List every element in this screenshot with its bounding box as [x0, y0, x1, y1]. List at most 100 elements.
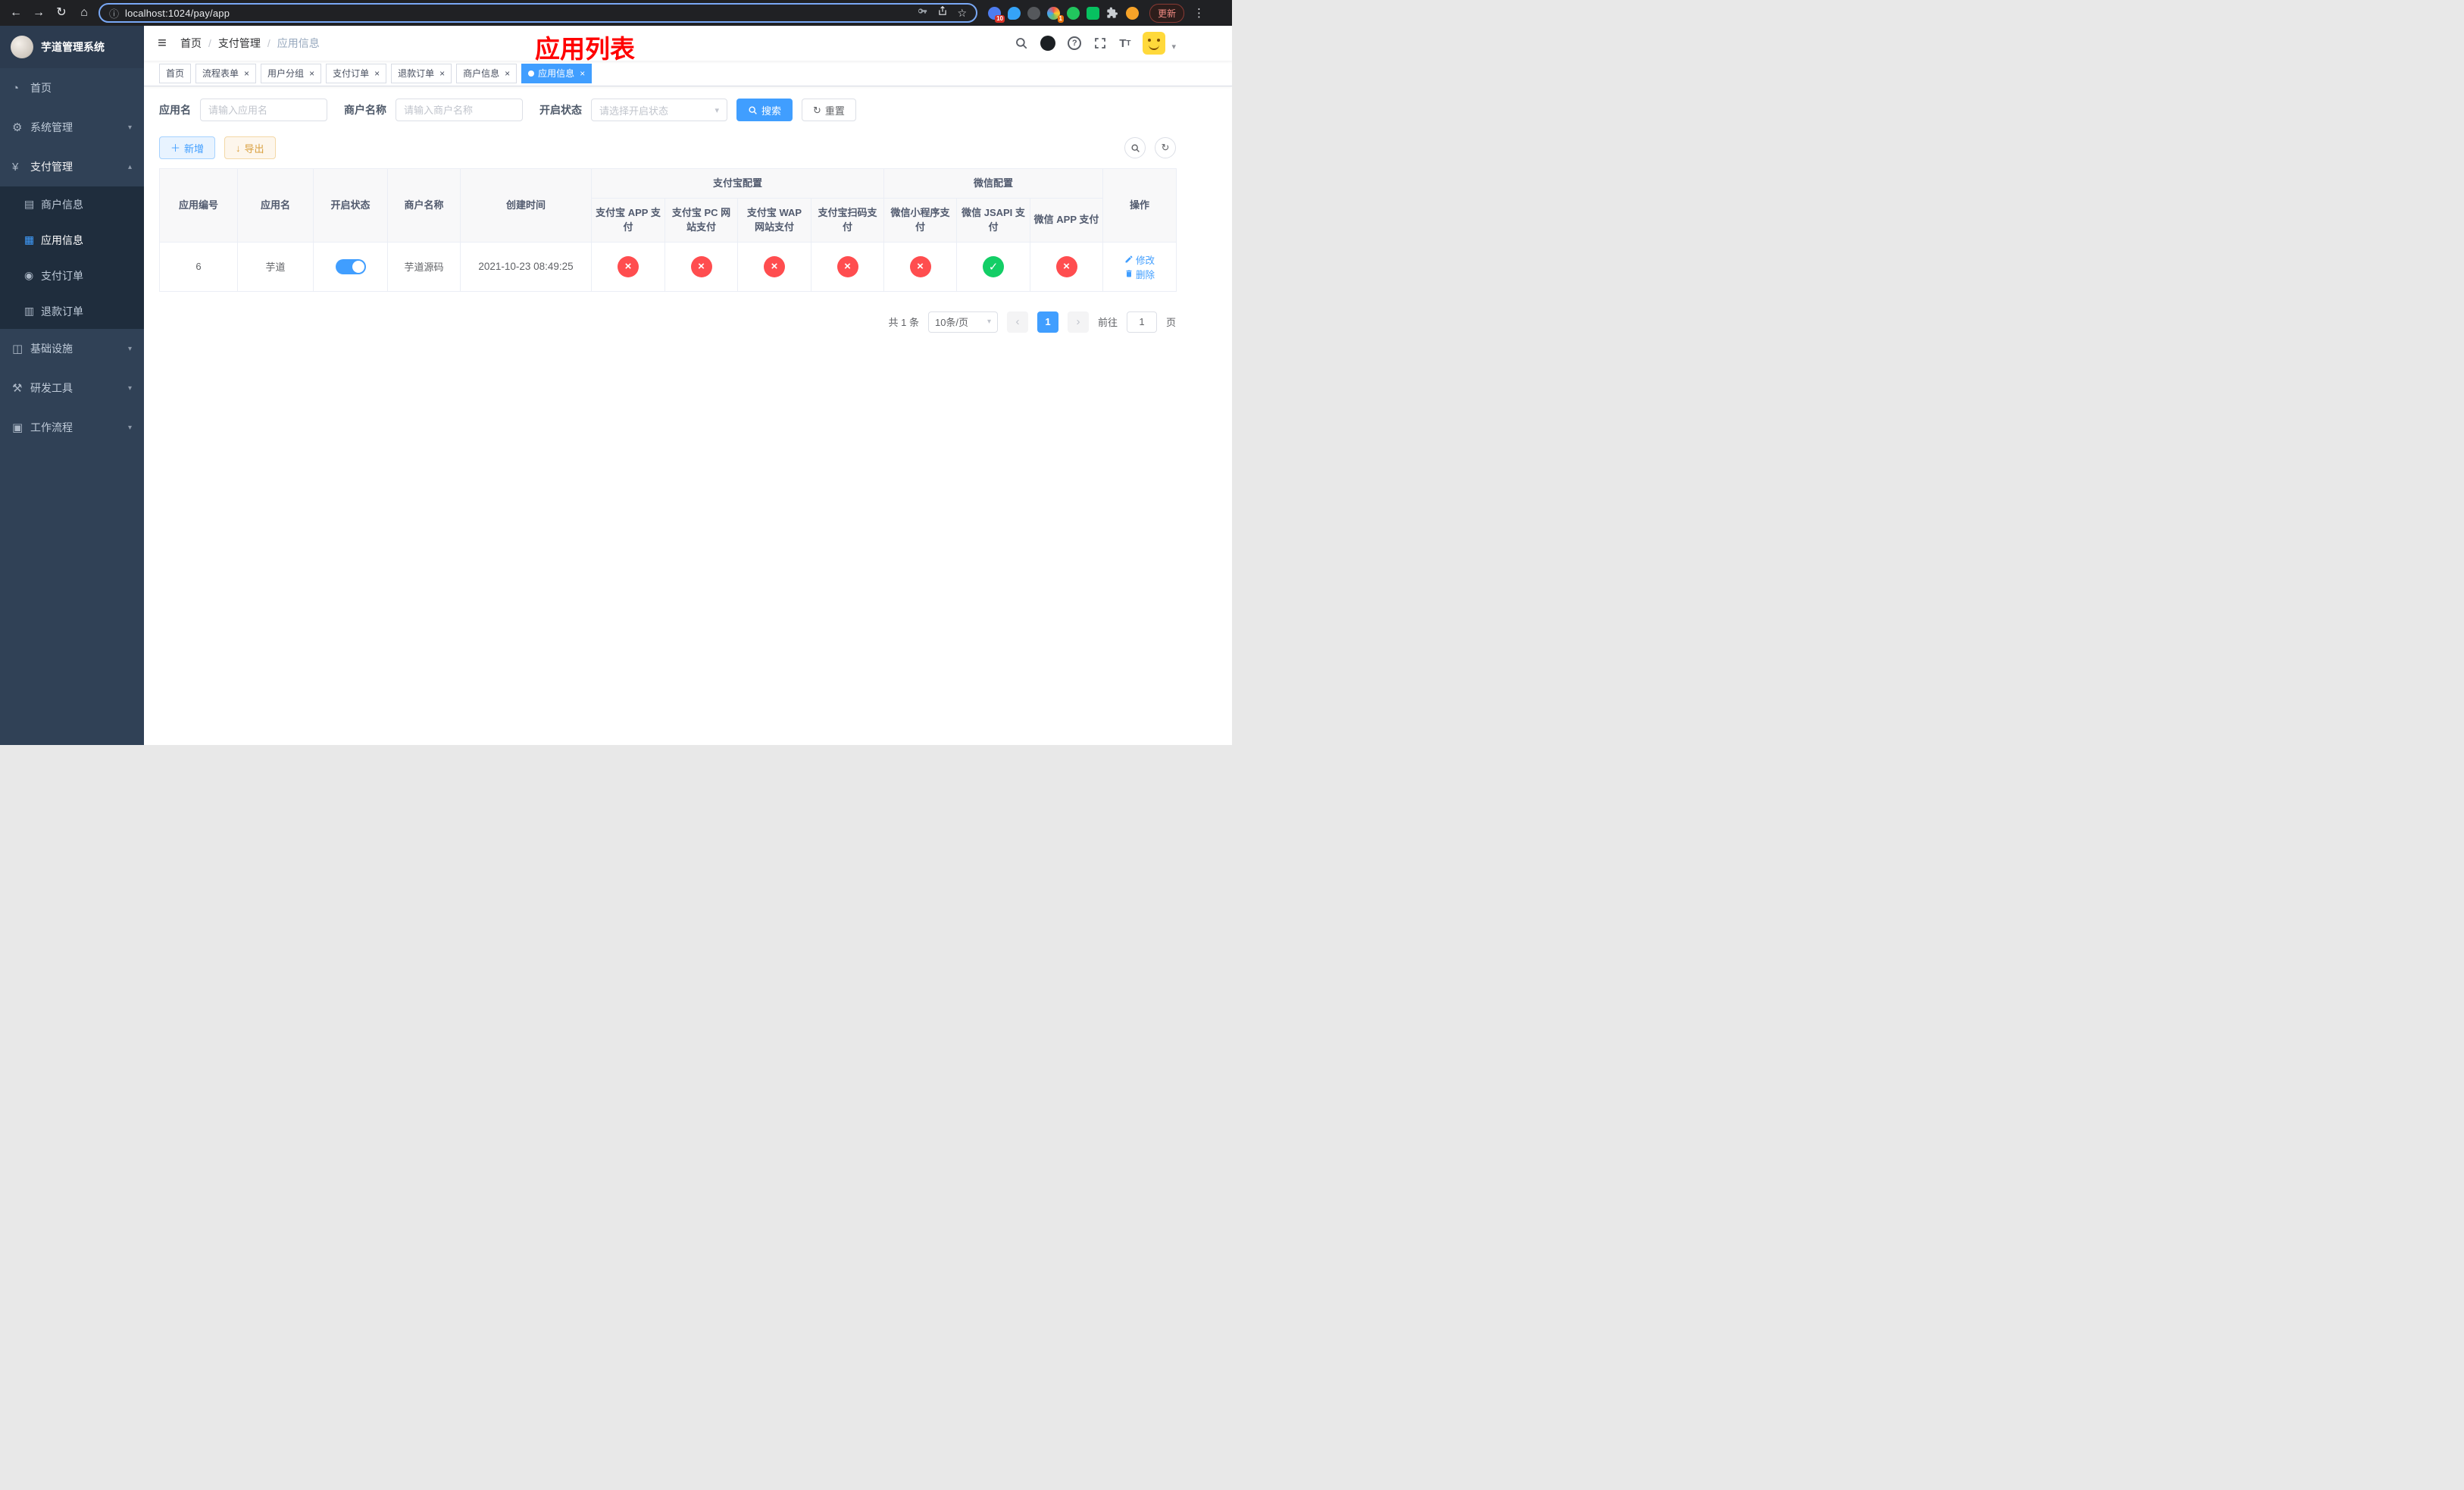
reload-button[interactable]: ↻	[53, 7, 70, 19]
app-logo[interactable]: 芋道管理系统	[0, 26, 144, 68]
tab-process-form[interactable]: 流程表单 ×	[195, 63, 257, 83]
tab-merchant-info[interactable]: 商户信息 ×	[456, 63, 518, 83]
sidebar-item-system[interactable]: ⚙ 系统管理 ▾	[0, 108, 144, 147]
active-tab-dot	[528, 70, 535, 77]
tab-user-group[interactable]: 用户分组 ×	[261, 63, 322, 83]
status-select[interactable]: 请选择开启状态 ▾	[591, 99, 727, 121]
extension-badge: 10	[995, 14, 1005, 23]
tab-home[interactable]: 首页	[159, 63, 192, 83]
tab-close-icon[interactable]: ×	[505, 69, 510, 78]
column-header: 支付宝 WAP 网站支付	[737, 197, 811, 243]
next-page-button[interactable]: ›	[1067, 311, 1089, 333]
breadcrumb-item[interactable]: 支付管理	[218, 36, 261, 51]
filter-label-app-name: 应用名	[159, 104, 191, 116]
search-icon[interactable]	[1015, 36, 1028, 50]
extension-icon[interactable]	[1067, 6, 1080, 20]
extension-icon[interactable]	[1087, 6, 1099, 20]
column-header: 微信小程序支付	[883, 197, 958, 243]
extension-icon[interactable]: 1	[1047, 6, 1064, 23]
tools-icon: ⚒	[12, 382, 23, 395]
export-button[interactable]: ↓ 导出	[224, 136, 276, 159]
cell-pay-config: ×	[883, 241, 958, 292]
forward-button[interactable]: →	[30, 7, 47, 19]
browser-menu-kebab-icon[interactable]: ⋮	[1193, 6, 1205, 20]
check-circle-icon: ✓	[983, 255, 1005, 277]
prev-page-button[interactable]: ‹	[1006, 311, 1028, 333]
app-name-input[interactable]	[200, 99, 327, 121]
extension-icon[interactable]	[1008, 6, 1021, 20]
plus-icon: ＋	[170, 142, 181, 154]
sidebar-item-payment[interactable]: ¥ 支付管理 ▴	[0, 147, 144, 186]
page-size-select[interactable]: 10条/页 ▾	[927, 311, 998, 333]
profile-avatar-icon[interactable]	[1126, 6, 1139, 20]
chevron-down-icon: ▾	[127, 383, 132, 393]
font-size-icon[interactable]: TT	[1119, 37, 1130, 50]
chevron-down-icon: ▾	[127, 423, 132, 432]
top-navbar: ≡ 首页 / 支付管理 / 应用信息 应用列表 ? TT ▾	[144, 26, 1232, 63]
back-button[interactable]: ←	[8, 7, 24, 19]
goto-page-input[interactable]	[1126, 311, 1157, 333]
sidebar-item-workflow[interactable]: ▣ 工作流程 ▾	[0, 408, 144, 447]
bookmark-star-icon[interactable]: ☆	[957, 7, 967, 20]
order-icon: ◉	[24, 269, 34, 281]
sidebar-subitem-refund-order[interactable]: ▥ 退款订单	[0, 293, 144, 329]
sidebar-item-infrastructure[interactable]: ◫ 基础设施 ▾	[0, 329, 144, 368]
breadcrumb-separator: /	[267, 37, 270, 49]
page-number-button[interactable]: 1	[1037, 311, 1058, 333]
sidebar-subitem-app-info[interactable]: ▦ 应用信息	[0, 222, 144, 258]
cell-status	[313, 241, 388, 292]
merchant-name-input[interactable]	[396, 99, 523, 121]
refresh-table-button[interactable]: ↻	[1155, 137, 1176, 158]
sidebar-collapse-icon[interactable]: ≡	[144, 35, 180, 52]
chevron-down-icon[interactable]: ▾	[1171, 42, 1176, 52]
column-header: 微信 APP 支付	[1030, 197, 1104, 243]
tab-refund-order[interactable]: 退款订单 ×	[391, 63, 452, 83]
workflow-icon: ▣	[12, 421, 23, 434]
address-bar[interactable]: ⓘ localhost:1024/pay/app ☆	[98, 3, 977, 23]
tab-close-icon[interactable]: ×	[374, 69, 380, 78]
edit-link[interactable]: 修改	[1124, 252, 1155, 267]
toggle-search-button[interactable]	[1124, 137, 1146, 158]
fullscreen-icon[interactable]	[1093, 36, 1107, 50]
password-key-icon[interactable]	[917, 5, 928, 20]
tab-close-icon[interactable]: ×	[309, 69, 314, 78]
url-text: localhost:1024/pay/app	[125, 7, 230, 19]
help-icon[interactable]: ?	[1068, 36, 1082, 50]
extensions-puzzle-icon[interactable]	[1106, 7, 1119, 20]
status-toggle[interactable]	[335, 258, 366, 274]
user-avatar[interactable]	[1143, 32, 1166, 55]
extension-icon[interactable]	[1027, 6, 1040, 20]
group-header: 微信配置	[883, 168, 1104, 199]
cell-pay-config: ×	[664, 241, 738, 292]
tab-close-icon[interactable]: ×	[439, 69, 445, 78]
tab-close-icon[interactable]: ×	[580, 69, 585, 78]
sidebar-item-home[interactable]: ◔ 首页	[0, 68, 144, 108]
tab-close-icon[interactable]: ×	[244, 69, 249, 78]
cross-circle-icon: ×	[909, 255, 931, 277]
browser-update-button[interactable]: 更新	[1149, 3, 1185, 23]
extension-icon[interactable]: 10	[988, 6, 1005, 23]
site-info-icon[interactable]: ⓘ	[109, 6, 119, 20]
reset-button[interactable]: ↻ 重置	[802, 99, 856, 121]
group-header: 支付宝配置	[590, 168, 885, 199]
sidebar-item-dev-tools[interactable]: ⚒ 研发工具 ▾	[0, 368, 144, 408]
app-title: 芋道管理系统	[41, 41, 105, 53]
tab-pay-order[interactable]: 支付订单 ×	[326, 63, 387, 83]
cross-circle-icon: ×	[690, 255, 712, 277]
column-header: 支付宝 PC 网站支付	[664, 197, 738, 243]
github-icon[interactable]	[1040, 36, 1056, 51]
tab-app-info[interactable]: 应用信息 ×	[521, 63, 593, 83]
sidebar-subitem-merchant-info[interactable]: ▤ 商户信息	[0, 186, 144, 222]
add-button[interactable]: ＋ 新增	[159, 136, 216, 159]
breadcrumb-item[interactable]: 首页	[180, 36, 202, 51]
delete-link[interactable]: 删除	[1124, 267, 1155, 281]
home-button[interactable]: ⌂	[76, 7, 92, 19]
share-icon[interactable]	[937, 5, 948, 20]
search-button[interactable]: 搜索	[736, 99, 793, 121]
chevron-down-icon: ▾	[127, 344, 132, 353]
sidebar-subitem-pay-order[interactable]: ◉ 支付订单	[0, 258, 144, 293]
column-header-actions: 操作	[1102, 168, 1177, 243]
breadcrumb: 首页 / 支付管理 / 应用信息	[180, 36, 320, 51]
column-header: 创建时间	[460, 168, 592, 243]
cell-pay-config: ×	[810, 241, 885, 292]
